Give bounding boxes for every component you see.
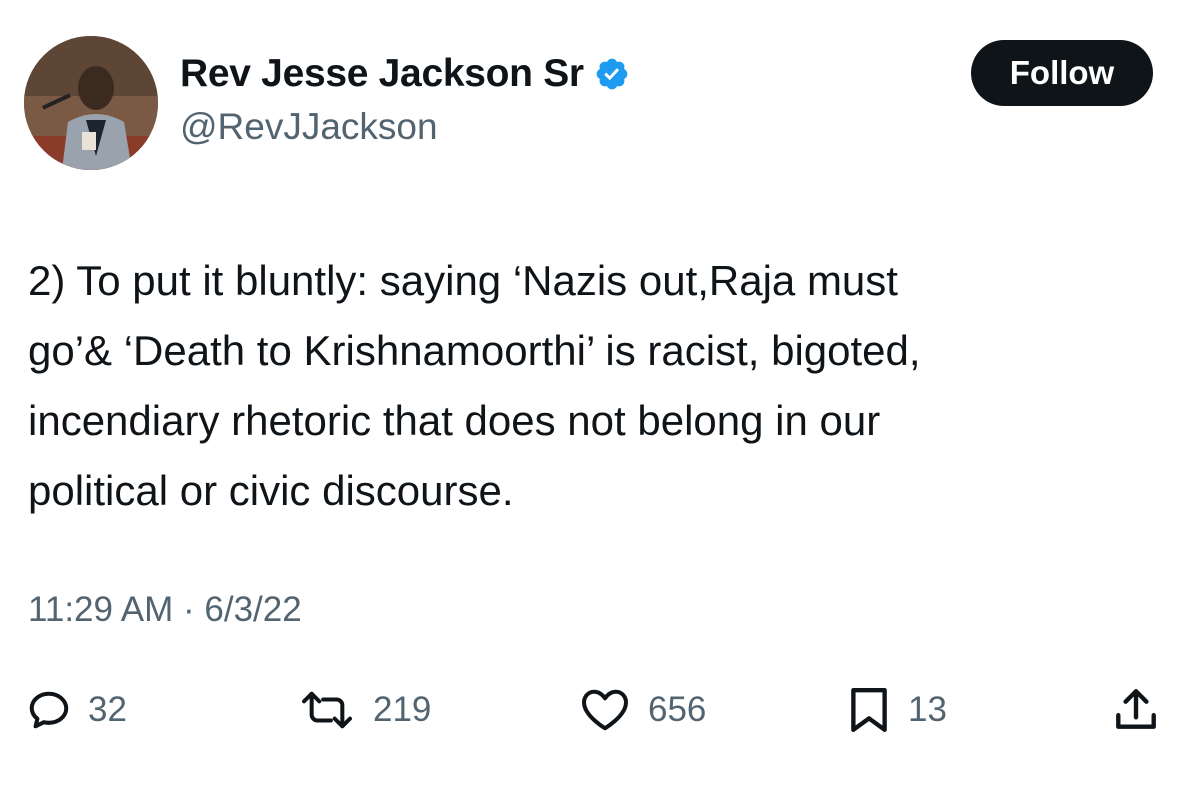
verified-badge-icon [594, 56, 630, 92]
avatar-image [24, 36, 158, 170]
tweet-text-line: political or civic discourse. [28, 467, 514, 514]
retweet-count: 219 [373, 690, 432, 729]
bookmark-button[interactable]: 13 [846, 680, 947, 740]
display-name[interactable]: Rev Jesse Jackson Sr [180, 52, 584, 96]
meta-separator: · [183, 590, 195, 629]
name-row: Rev Jesse Jackson Sr [180, 50, 630, 98]
tweet-date: 6/3/22 [204, 590, 302, 629]
share-icon [1110, 685, 1162, 735]
user-handle[interactable]: @RevJJackson [180, 106, 438, 148]
retweet-button[interactable]: 219 [297, 680, 431, 740]
tweet-time: 11:29 AM [28, 590, 174, 629]
tweet-text-line: incendiary rhetoric that does not belong… [28, 397, 881, 444]
reply-count: 32 [88, 690, 127, 729]
reply-icon [26, 687, 72, 733]
tweet-text: 2) To put it bluntly: saying ‘Nazis out,… [28, 246, 1148, 526]
heart-icon [578, 687, 632, 733]
tweet-card: Rev Jesse Jackson Sr @RevJJackson Follow… [0, 0, 1200, 802]
reply-button[interactable]: 32 [26, 680, 127, 740]
tweet-text-line: go’& ‘Death to Krishnamoorthi’ is racist… [28, 327, 921, 374]
share-button[interactable] [1110, 680, 1162, 740]
like-button[interactable]: 656 [578, 680, 706, 740]
action-bar: 32 219 656 13 [0, 680, 1200, 740]
follow-button[interactable]: Follow [971, 40, 1153, 106]
like-count: 656 [648, 690, 707, 729]
tweet-text-line: 2) To put it bluntly: saying ‘Nazis out,… [28, 257, 898, 304]
bookmark-icon [846, 685, 892, 735]
retweet-icon [297, 687, 357, 733]
bookmark-count: 13 [908, 690, 947, 729]
avatar[interactable] [24, 36, 158, 170]
tweet-timestamp[interactable]: 11:29 AM · 6/3/22 [28, 590, 302, 630]
